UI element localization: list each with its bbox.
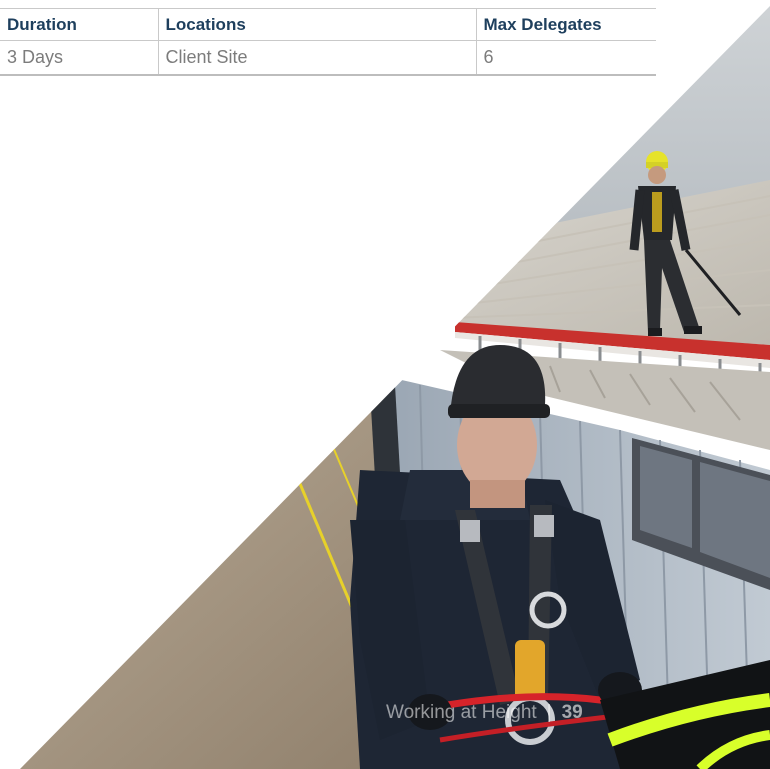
- page-number: 39: [561, 702, 583, 723]
- cell-locations: Client Site: [157, 40, 476, 75]
- brochure-page: Duration Locations Max Delegates 3 Days …: [0, 0, 770, 769]
- table-row: 3 Days Client Site 6: [0, 40, 656, 75]
- header-locations: Locations: [157, 8, 476, 41]
- table-header-row: Duration Locations Max Delegates: [0, 8, 656, 41]
- page-footer: Working at Height | 39: [386, 701, 583, 725]
- header-duration: Duration: [7, 14, 77, 34]
- header-max-delegates: Max Delegates: [475, 8, 656, 41]
- cell-duration: 3 Days: [7, 46, 64, 67]
- course-info-table: Duration Locations Max Delegates 3 Days …: [0, 8, 656, 76]
- photo-working-at-height: [20, 6, 770, 769]
- footer-section-title: Working at Height: [386, 702, 537, 723]
- footer-separator: |: [546, 702, 552, 723]
- cell-max-delegates: 6: [475, 40, 656, 75]
